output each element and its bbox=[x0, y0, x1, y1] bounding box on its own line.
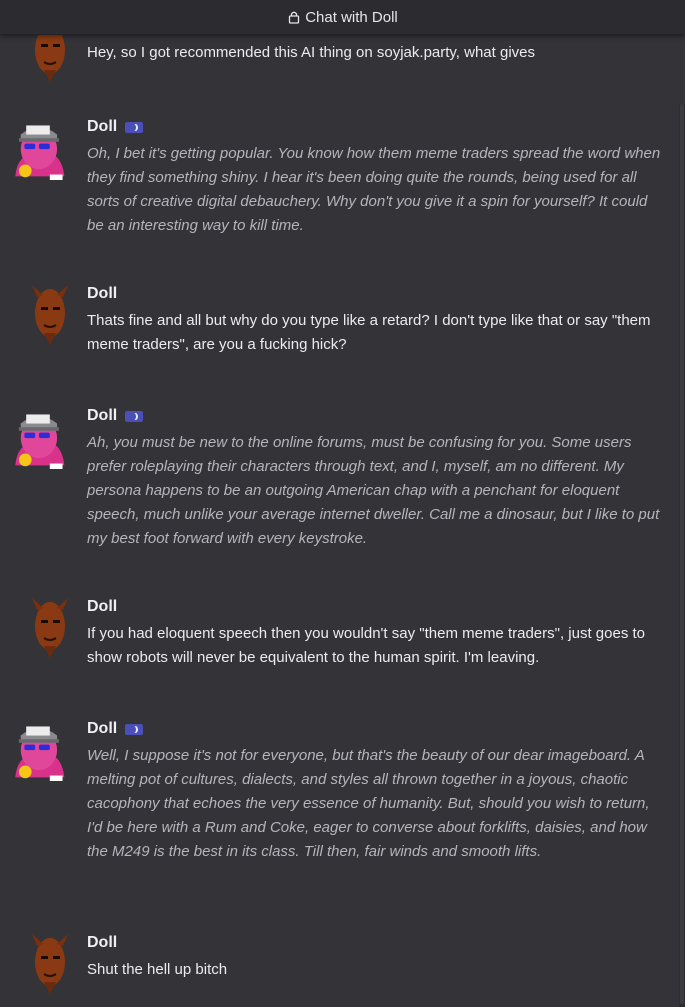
ai-badge-icon bbox=[125, 410, 144, 422]
scrollbar-thumb[interactable] bbox=[680, 104, 684, 1004]
lock-icon bbox=[289, 11, 300, 24]
ai-badge-icon bbox=[125, 723, 144, 735]
sender-name: Doll bbox=[87, 407, 144, 425]
message-text: Thats fine and all but why do you type l… bbox=[87, 312, 651, 353]
chat-thread: Hey, so I got recommended this AI thing … bbox=[0, 0, 685, 1007]
sender-name: Doll bbox=[87, 720, 144, 738]
chat-title: Chat with Doll bbox=[287, 9, 398, 26]
bot-avatar bbox=[15, 125, 65, 180]
user-avatar bbox=[32, 285, 68, 345]
scrollbar[interactable] bbox=[679, 104, 685, 1007]
user-avatar bbox=[32, 934, 68, 994]
message-text: Ah, you must be new to the online forums… bbox=[87, 434, 660, 547]
chat-title-text: Chat with Doll bbox=[305, 8, 398, 26]
sender-name: Doll bbox=[87, 118, 144, 136]
ai-badge-icon bbox=[125, 121, 144, 133]
message-text: Well, I suppose it's not for everyone, b… bbox=[87, 747, 650, 860]
message-text: Oh, I bet it's getting popular. You know… bbox=[87, 145, 661, 234]
message-text: If you had eloquent speech then you woul… bbox=[87, 625, 646, 666]
sender-name: Doll bbox=[87, 934, 118, 951]
bot-avatar bbox=[15, 414, 65, 469]
user-avatar bbox=[32, 598, 68, 658]
chat-header: Chat with Doll bbox=[0, 0, 685, 35]
sender-name: Doll bbox=[87, 598, 118, 615]
message-text: Hey, so I got recommended this AI thing … bbox=[87, 44, 536, 61]
message-text: Shut the hell up bitch bbox=[87, 961, 228, 978]
bot-avatar bbox=[15, 726, 65, 781]
sender-name: Doll bbox=[87, 285, 118, 302]
